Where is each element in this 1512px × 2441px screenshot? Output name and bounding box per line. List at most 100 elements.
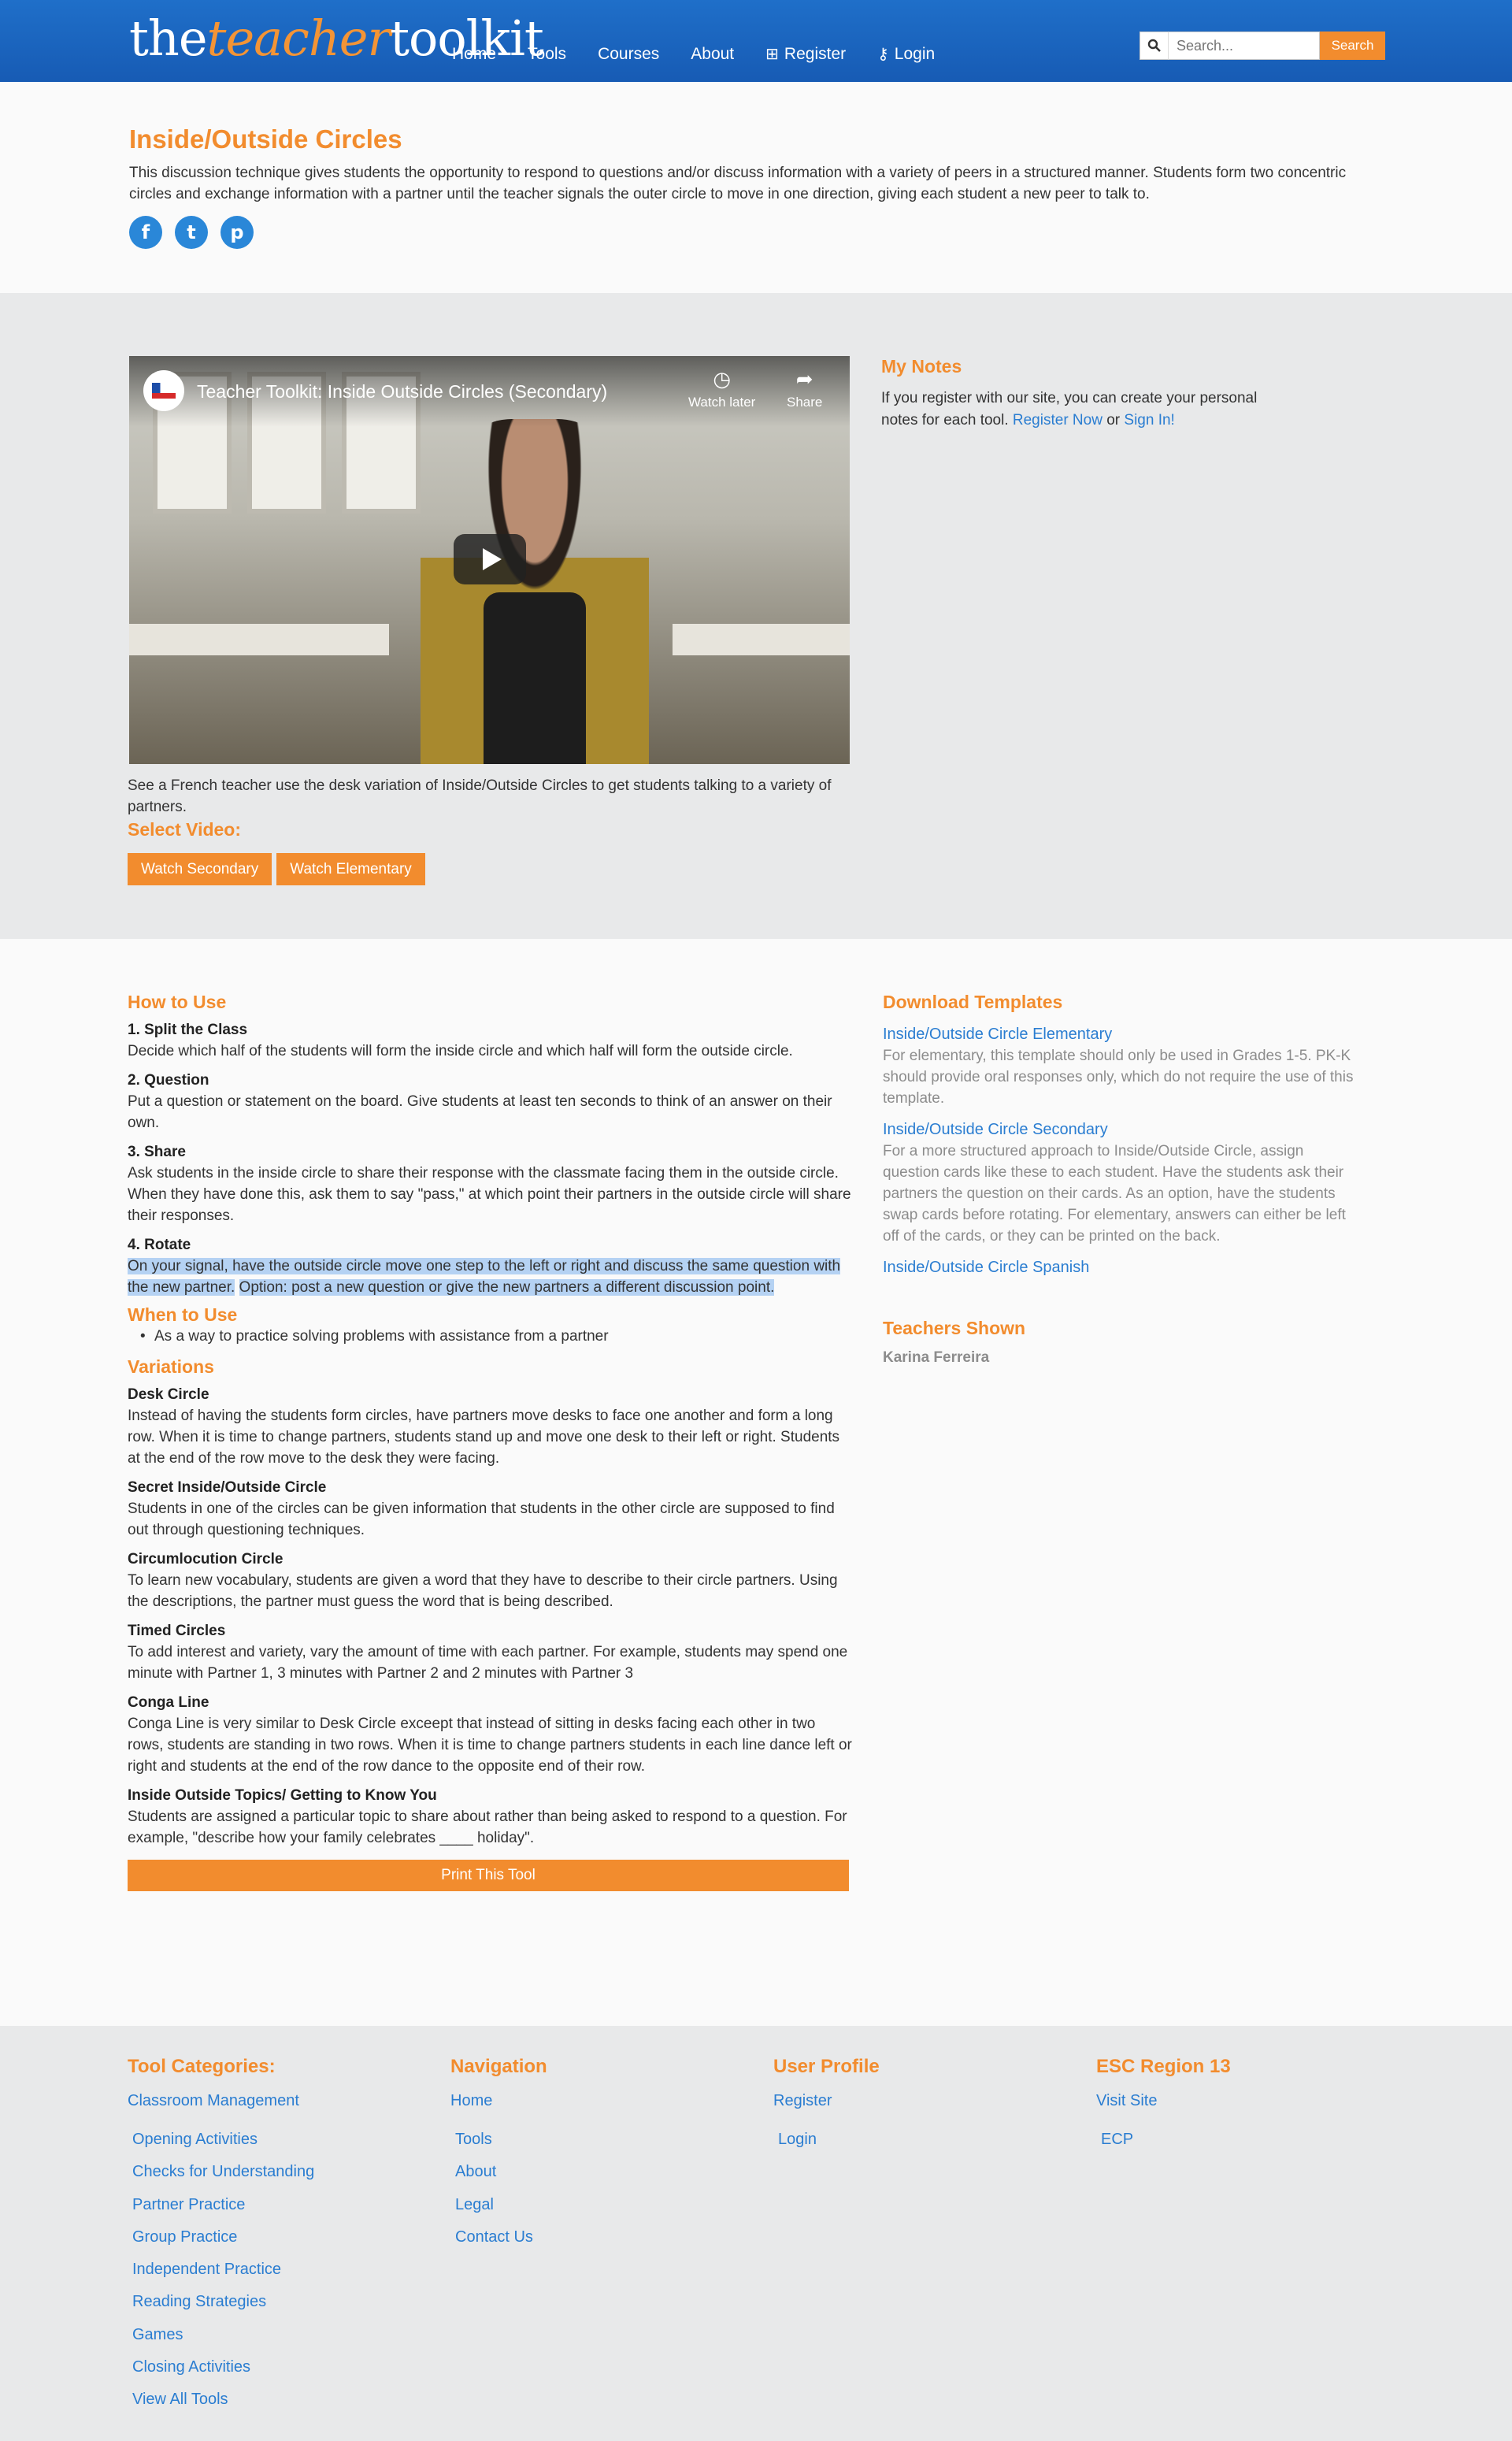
when-to-use-title: When to Use <box>128 1304 238 1325</box>
template-link-secondary[interactable]: Inside/Outside Circle Secondary <box>883 1118 1363 1141</box>
nav-login[interactable]: ⚷ Login <box>877 44 935 64</box>
step-option-text: Option: post a new question or give the … <box>239 1279 775 1296</box>
sign-in-link[interactable]: Sign In! <box>1124 412 1174 428</box>
variations-title: Variations <box>128 1356 214 1377</box>
footer-category-list: Opening Activities Checks for Understand… <box>128 2124 314 2417</box>
nav-register-label: Register <box>784 44 847 63</box>
footer-navigation-list: Tools About Legal Contact Us <box>450 2124 547 2254</box>
footer-link[interactable]: Legal <box>450 2189 547 2221</box>
channel-logo-icon[interactable] <box>143 370 184 411</box>
nav-about[interactable]: About <box>691 44 734 64</box>
footer-link[interactable]: Independent Practice <box>128 2254 314 2286</box>
step-text: Put a question or statement on the board… <box>128 1093 832 1131</box>
footer-link[interactable]: View All Tools <box>128 2383 314 2416</box>
play-button[interactable] <box>454 534 526 584</box>
variation-text: Instead of having the students form circ… <box>128 1408 840 1467</box>
notes-or: or <box>1106 412 1121 428</box>
step: 4. Rotate On your signal, have the outsi… <box>128 1235 852 1298</box>
step-title: 1. Split the Class <box>128 1022 248 1038</box>
nav-courses-label: Courses <box>598 44 660 63</box>
variation: Secret Inside/Outside Circle Students in… <box>128 1478 852 1541</box>
video-player[interactable]: Teacher Toolkit: Inside Outside Circles … <box>129 356 850 764</box>
nav-tools[interactable]: Tools <box>528 44 566 64</box>
facebook-icon[interactable]: f <box>129 216 162 249</box>
register-now-link[interactable]: Register Now <box>1013 412 1102 428</box>
template-desc: For elementary, this template should onl… <box>883 1048 1354 1107</box>
print-tool-button[interactable]: Print This Tool <box>128 1860 849 1891</box>
variation-text: To add interest and variety, vary the am… <box>128 1644 848 1682</box>
search-icon <box>1140 32 1168 60</box>
classroom-desk <box>673 624 850 655</box>
watch-later-button[interactable]: ◷ Watch later <box>688 367 755 410</box>
variation-title: Timed Circles <box>128 1623 226 1639</box>
video-title[interactable]: Teacher Toolkit: Inside Outside Circles … <box>197 381 607 403</box>
footer-link[interactable]: Group Practice <box>128 2221 314 2254</box>
share-label: Share <box>787 395 823 410</box>
share-button[interactable]: ➦ Share <box>787 367 822 410</box>
variation: Timed Circles To add interest and variet… <box>128 1621 852 1684</box>
footer-user-profile: User Profile Register Login <box>773 2056 880 2156</box>
search-button[interactable]: Search <box>1320 32 1385 60</box>
footer-link[interactable]: Partner Practice <box>128 2189 314 2221</box>
footer-link[interactable]: Tools <box>450 2124 547 2156</box>
footer-link[interactable]: Register <box>773 2090 880 2111</box>
footer-link[interactable]: Home <box>450 2090 547 2111</box>
watch-secondary-button[interactable]: Watch Secondary <box>128 853 272 885</box>
footer-link[interactable]: Login <box>773 2124 880 2156</box>
watch-elementary-button[interactable]: Watch Elementary <box>276 853 425 885</box>
footer-link[interactable]: Checks for Understanding <box>128 2156 314 2188</box>
footer-link[interactable]: Closing Activities <box>128 2351 314 2383</box>
footer-esc: ESC Region 13 Visit Site ECP <box>1096 2056 1231 2156</box>
step-title: 4. Rotate <box>128 1237 191 1253</box>
footer-link[interactable]: Contact Us <box>450 2221 547 2254</box>
variation: Desk Circle Instead of having the studen… <box>128 1385 852 1469</box>
teacher-name: Karina Ferreira <box>883 1349 990 1366</box>
variation: Conga Line Conga Line is very similar to… <box>128 1693 852 1777</box>
footer-esc-title: ESC Region 13 <box>1096 2056 1231 2077</box>
footer-link[interactable]: Visit Site <box>1096 2090 1231 2111</box>
twitter-icon[interactable]: t <box>175 216 208 249</box>
template-link-spanish[interactable]: Inside/Outside Circle Spanish <box>883 1256 1363 1278</box>
how-to-use-title: How to Use <box>128 992 227 1012</box>
teachers-shown-title: Teachers Shown <box>883 1318 1026 1338</box>
footer-link[interactable]: Reading Strategies <box>128 2286 314 2318</box>
step: 1. Split the Class Decide which half of … <box>128 1020 852 1062</box>
nav-courses[interactable]: Courses <box>598 44 659 64</box>
template-link-elementary[interactable]: Inside/Outside Circle Elementary <box>883 1023 1363 1045</box>
share-arrow-icon: ➦ <box>795 367 813 391</box>
footer-navigation: Navigation Home Tools About Legal Contac… <box>450 2056 547 2254</box>
step-text: On your signal, have the outside circle … <box>128 1256 852 1298</box>
social-share: f t p <box>129 216 254 249</box>
instructions-column: How to Use 1. Split the Class Decide whi… <box>128 990 852 1891</box>
clock-icon: ◷ <box>713 367 732 391</box>
variation-title: Inside Outside Topics/ Getting to Know Y… <box>128 1787 437 1804</box>
variation-text: To learn new vocabulary, students are gi… <box>128 1572 838 1610</box>
footer-link[interactable]: ECP <box>1096 2124 1231 2156</box>
variation-text: Conga Line is very similar to Desk Circl… <box>128 1716 852 1775</box>
footer-link[interactable]: About <box>450 2156 547 2188</box>
logo-teacher: teacher <box>206 9 391 67</box>
search-input[interactable] <box>1168 32 1320 60</box>
list-item: As a way to practice solving problems wi… <box>128 1326 852 1347</box>
footer-esc-list: ECP <box>1096 2124 1231 2156</box>
teacher-shirt <box>484 592 586 764</box>
plus-square-icon: ⊞ <box>765 46 779 63</box>
step-title: 2. Question <box>128 1072 209 1089</box>
video-select-buttons: Watch Secondary Watch Elementary <box>128 853 425 885</box>
nav-home[interactable]: Home <box>452 44 496 64</box>
nav-register[interactable]: ⊞ Register <box>765 44 846 64</box>
site-footer: Tool Categories: Classroom Management Op… <box>0 2026 1512 2441</box>
tool-content: How to Use 1. Split the Class Decide whi… <box>0 939 1512 2026</box>
variation: Circumlocution Circle To learn new vocab… <box>128 1549 852 1612</box>
tool-intro: Inside/Outside Circles This discussion t… <box>0 82 1512 293</box>
footer-link[interactable]: Games <box>128 2319 314 2351</box>
variation-text: Students are assigned a particular topic… <box>128 1808 847 1846</box>
pinterest-icon[interactable]: p <box>220 216 254 249</box>
footer-link[interactable]: Classroom Management <box>128 2090 314 2111</box>
variation-title: Circumlocution Circle <box>128 1551 284 1567</box>
nav-tools-label: Tools <box>528 44 567 63</box>
template-desc: For a more structured approach to Inside… <box>883 1143 1346 1245</box>
footer-link[interactable]: Opening Activities <box>128 2124 314 2156</box>
key-icon: ⚷ <box>877 46 889 63</box>
footer-profile-title: User Profile <box>773 2056 880 2077</box>
